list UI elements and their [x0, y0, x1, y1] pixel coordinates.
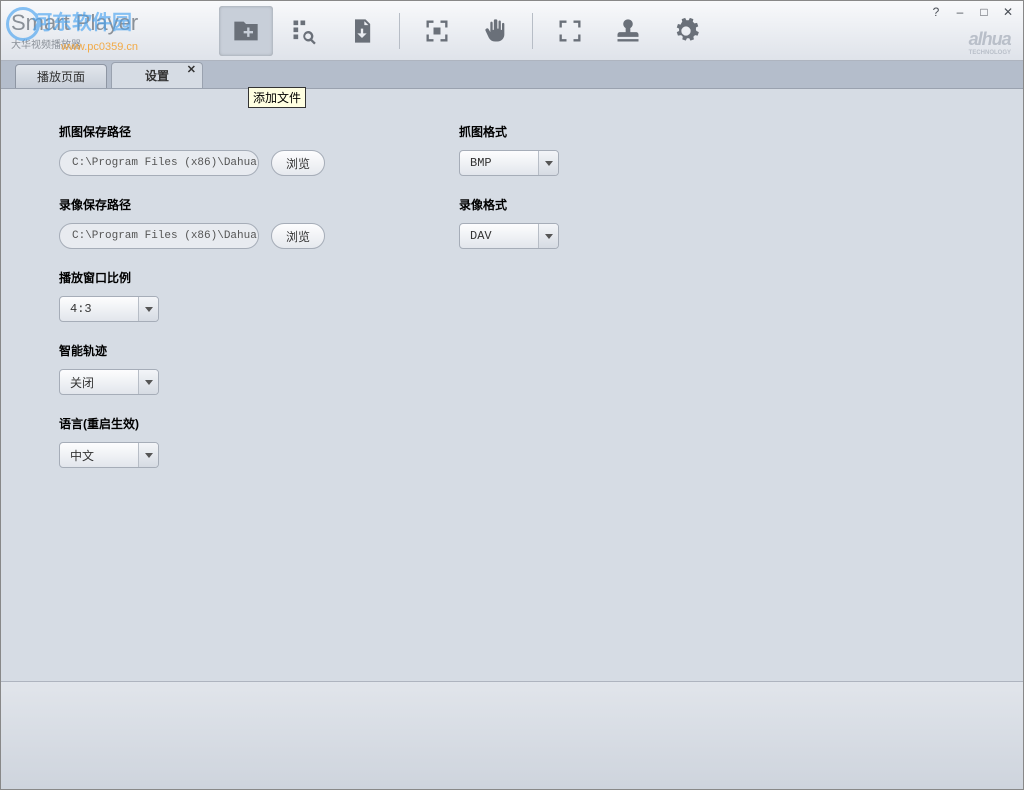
brand-logo: alhuaTECHNOLOGY: [969, 29, 1011, 56]
maximize-button[interactable]: □: [977, 5, 991, 19]
tab-settings[interactable]: 设置 ✕: [111, 62, 203, 88]
search-grid-button[interactable]: [277, 6, 331, 56]
ratio-label: 播放窗口比例: [59, 269, 399, 286]
tab-strip: 播放页面 设置 ✕: [1, 61, 1023, 89]
record-format-value: DAV: [460, 229, 538, 243]
chevron-down-icon: [138, 297, 158, 321]
fullscreen-icon: [556, 17, 584, 45]
record-browse-button[interactable]: 浏览: [271, 223, 325, 249]
gear-icon: [672, 17, 700, 45]
toolbar-separator: [399, 13, 400, 49]
tab-play[interactable]: 播放页面: [15, 64, 107, 88]
record-path-label: 录像保存路径: [59, 196, 399, 213]
search-grid-icon: [290, 17, 318, 45]
snapshot-path-input[interactable]: C:\Program Files (x86)\DahuaT…: [59, 150, 259, 176]
fullscreen-button[interactable]: [543, 6, 597, 56]
record-path-input[interactable]: C:\Program Files (x86)\DahuaT…: [59, 223, 259, 249]
minimize-button[interactable]: –: [953, 5, 967, 19]
watermark-url: www.pc0359.cn: [61, 41, 138, 53]
settings-left-col: 抓图保存路径 C:\Program Files (x86)\DahuaT… 浏览…: [59, 113, 399, 478]
snapshot-path-label: 抓图保存路径: [59, 123, 399, 140]
hand-icon: [481, 17, 509, 45]
folder-plus-icon: [232, 17, 260, 45]
snapshot-format-dropdown[interactable]: BMP: [459, 150, 559, 176]
chevron-down-icon: [138, 370, 158, 394]
file-export-icon: [348, 17, 376, 45]
smart-track-value: 关闭: [60, 374, 138, 391]
export-button[interactable]: [335, 6, 389, 56]
smart-track-dropdown[interactable]: 关闭: [59, 369, 159, 395]
language-dropdown[interactable]: 中文: [59, 442, 159, 468]
snapshot-format-label: 抓图格式: [459, 123, 659, 140]
toolbar: [211, 1, 715, 61]
region-select-icon: [423, 17, 451, 45]
close-tab-icon[interactable]: ✕: [187, 63, 196, 76]
stamp-button[interactable]: [601, 6, 655, 56]
settings-button[interactable]: [659, 6, 713, 56]
snapshot-format-value: BMP: [460, 156, 538, 170]
tab-label: 设置: [145, 67, 169, 84]
chevron-down-icon: [138, 443, 158, 467]
language-label: 语言(重启生效): [59, 415, 399, 432]
ratio-value: 4:3: [60, 302, 138, 316]
chevron-down-icon: [538, 151, 558, 175]
app-title: Smart Player: [11, 10, 211, 36]
help-button[interactable]: ?: [929, 5, 943, 19]
close-button[interactable]: ✕: [1001, 5, 1015, 19]
window-controls: ? – □ ✕: [929, 5, 1015, 19]
record-format-dropdown[interactable]: DAV: [459, 223, 559, 249]
stamp-icon: [614, 17, 642, 45]
app-window: 河东软件园 www.pc0359.cn Smart Player 大华视频播放器: [0, 0, 1024, 790]
hand-tool-button[interactable]: [468, 6, 522, 56]
smart-track-label: 智能轨迹: [59, 342, 399, 359]
toolbar-separator: [532, 13, 533, 49]
tab-label: 播放页面: [37, 68, 85, 85]
ratio-dropdown[interactable]: 4:3: [59, 296, 159, 322]
region-button[interactable]: [410, 6, 464, 56]
footer-bar: [1, 681, 1023, 789]
titlebar: 河东软件园 www.pc0359.cn Smart Player 大华视频播放器: [1, 1, 1023, 61]
add-file-button[interactable]: [219, 6, 273, 56]
record-format-label: 录像格式: [459, 196, 659, 213]
settings-right-col: 抓图格式 BMP 录像格式 DAV: [459, 113, 659, 259]
language-value: 中文: [60, 447, 138, 464]
chevron-down-icon: [538, 224, 558, 248]
settings-panel: 抓图保存路径 C:\Program Files (x86)\DahuaT… 浏览…: [1, 89, 1023, 681]
tooltip: 添加文件: [248, 87, 306, 108]
snapshot-browse-button[interactable]: 浏览: [271, 150, 325, 176]
